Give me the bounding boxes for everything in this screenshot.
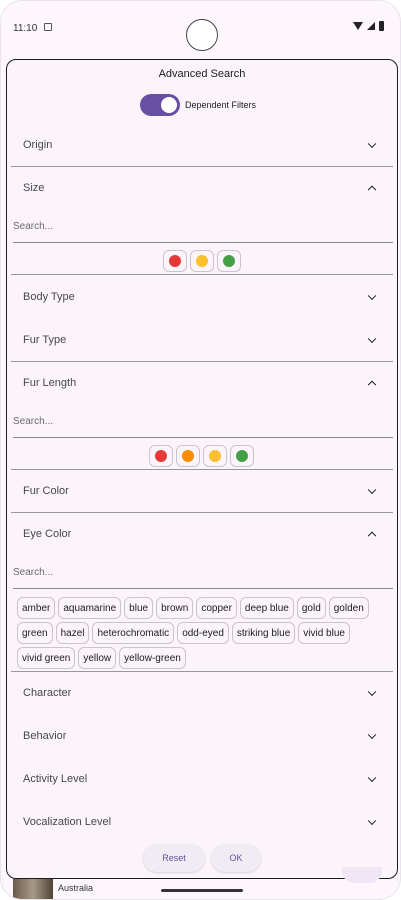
gesture-home-bar[interactable] bbox=[161, 889, 243, 892]
chevron-up-icon bbox=[367, 531, 377, 540]
chevron-up-icon bbox=[367, 185, 377, 194]
origin-country-text: Australia bbox=[58, 883, 94, 893]
eye-color-chip[interactable]: golden bbox=[328, 597, 369, 619]
section-activity-level[interactable]: Activity Level bbox=[11, 757, 393, 800]
size-search-field[interactable]: Search... bbox=[13, 213, 393, 243]
section-label: Fur Type bbox=[23, 333, 67, 346]
camera-cutout bbox=[186, 19, 218, 51]
eye-color-chip[interactable]: vivid blue bbox=[298, 622, 350, 644]
eye-color-chip[interactable]: green bbox=[17, 622, 53, 644]
section-label: Origin bbox=[23, 138, 53, 151]
section-fur-type[interactable]: Fur Type bbox=[11, 318, 393, 361]
section-body-type[interactable]: Body Type bbox=[11, 275, 393, 318]
section-label: Vocalization Level bbox=[23, 815, 112, 828]
eye-color-chip[interactable]: hazel bbox=[55, 622, 90, 644]
cat-thumbnail-image bbox=[13, 879, 53, 899]
dependent-filters-switch[interactable] bbox=[140, 94, 180, 116]
ok-button[interactable]: OK bbox=[211, 844, 261, 872]
dependent-filters-toggle-row: Dependent Filters bbox=[140, 94, 256, 116]
green-dot-icon bbox=[236, 450, 248, 462]
chevron-down-icon bbox=[367, 291, 377, 300]
eye-color-chip[interactable]: yellow-green bbox=[119, 647, 186, 669]
eye-color-chips: amber aquamarine blue brown copper deep … bbox=[17, 597, 389, 669]
fur-length-color-chips bbox=[149, 445, 254, 467]
dependent-filters-label: Dependent Filters bbox=[185, 100, 257, 110]
green-dot-icon bbox=[223, 255, 235, 267]
eye-color-chip[interactable]: odd-eyed bbox=[177, 622, 229, 644]
section-size[interactable]: Size bbox=[11, 166, 393, 209]
chevron-down-icon bbox=[367, 730, 377, 739]
section-character[interactable]: Character bbox=[11, 671, 393, 714]
eye-color-chip[interactable]: deep blue bbox=[239, 597, 294, 619]
section-eye-color[interactable]: Eye Color bbox=[11, 512, 393, 555]
chevron-down-icon bbox=[367, 334, 377, 343]
fur-length-chip-4[interactable] bbox=[230, 445, 254, 467]
section-fur-length[interactable]: Fur Length bbox=[11, 361, 393, 404]
search-underline bbox=[13, 242, 393, 243]
eye-color-chip[interactable]: heterochromatic bbox=[92, 622, 175, 644]
eye-color-chip[interactable]: vivid green bbox=[17, 647, 76, 669]
eye-color-chip[interactable]: gold bbox=[296, 597, 326, 619]
section-label: Character bbox=[23, 686, 72, 699]
status-bar: 11:10 bbox=[1, 1, 400, 55]
section-origin[interactable]: Origin bbox=[11, 123, 393, 166]
yellow-dot-icon bbox=[196, 255, 208, 267]
search-placeholder: Search... bbox=[13, 221, 54, 232]
chevron-down-icon bbox=[367, 816, 377, 825]
search-underline bbox=[13, 437, 393, 438]
status-time: 11:10 bbox=[13, 23, 38, 34]
section-label: Behavior bbox=[23, 729, 67, 742]
section-label: Activity Level bbox=[23, 772, 88, 785]
size-chip-small[interactable] bbox=[163, 250, 187, 272]
eye-color-chip[interactable]: blue bbox=[124, 597, 154, 619]
search-placeholder: Search... bbox=[13, 416, 54, 427]
section-label: Fur Color bbox=[23, 484, 69, 497]
floating-button-edge bbox=[342, 867, 382, 883]
switch-knob bbox=[161, 97, 177, 113]
section-vocalization-level[interactable]: Vocalization Level bbox=[11, 800, 393, 843]
chevron-down-icon bbox=[367, 139, 377, 148]
chevron-down-icon bbox=[367, 773, 377, 782]
fur-length-chip-3[interactable] bbox=[203, 445, 227, 467]
phone-screen: 11:10 Advanced Search Dependent Filters … bbox=[0, 0, 401, 900]
fur-length-chip-2[interactable] bbox=[176, 445, 200, 467]
red-dot-icon bbox=[169, 255, 181, 267]
dialog-title: Advanced Search bbox=[158, 68, 246, 80]
notification-icon bbox=[44, 23, 52, 31]
red-dot-icon bbox=[155, 450, 167, 462]
eye-color-chip[interactable]: brown bbox=[156, 597, 194, 619]
size-color-chips bbox=[163, 250, 241, 272]
signal-icon bbox=[367, 22, 375, 30]
orange-dot-icon bbox=[182, 450, 194, 462]
eye-color-chip[interactable]: aquamarine bbox=[58, 597, 122, 619]
chevron-up-icon bbox=[367, 380, 377, 389]
chevron-down-icon bbox=[367, 485, 377, 494]
fur-length-search-field[interactable]: Search... bbox=[13, 408, 393, 438]
eye-color-search-field[interactable]: Search... bbox=[13, 559, 393, 589]
section-label: Body Type bbox=[23, 290, 75, 303]
status-icons bbox=[353, 21, 384, 31]
section-label: Size bbox=[23, 181, 45, 194]
yellow-dot-icon bbox=[209, 450, 221, 462]
size-chip-large[interactable] bbox=[217, 250, 241, 272]
section-label: Fur Length bbox=[23, 376, 77, 389]
eye-color-chip[interactable]: amber bbox=[17, 597, 56, 619]
reset-button[interactable]: Reset bbox=[143, 844, 205, 872]
eye-color-chip[interactable]: yellow bbox=[78, 647, 117, 669]
search-placeholder: Search... bbox=[13, 567, 54, 578]
chevron-down-icon bbox=[367, 687, 377, 696]
wifi-icon bbox=[353, 22, 363, 30]
background-list-peek: Australia bbox=[1, 867, 400, 899]
eye-color-chip[interactable]: copper bbox=[196, 597, 237, 619]
battery-icon bbox=[379, 21, 384, 31]
advanced-search-dialog: Advanced Search Dependent Filters Origin… bbox=[6, 59, 398, 879]
section-fur-color[interactable]: Fur Color bbox=[11, 469, 393, 512]
section-behavior[interactable]: Behavior bbox=[11, 714, 393, 757]
eye-color-chip[interactable]: striking blue bbox=[231, 622, 296, 644]
search-underline bbox=[13, 588, 393, 589]
section-label: Eye Color bbox=[23, 527, 72, 540]
size-chip-medium[interactable] bbox=[190, 250, 214, 272]
fur-length-chip-1[interactable] bbox=[149, 445, 173, 467]
